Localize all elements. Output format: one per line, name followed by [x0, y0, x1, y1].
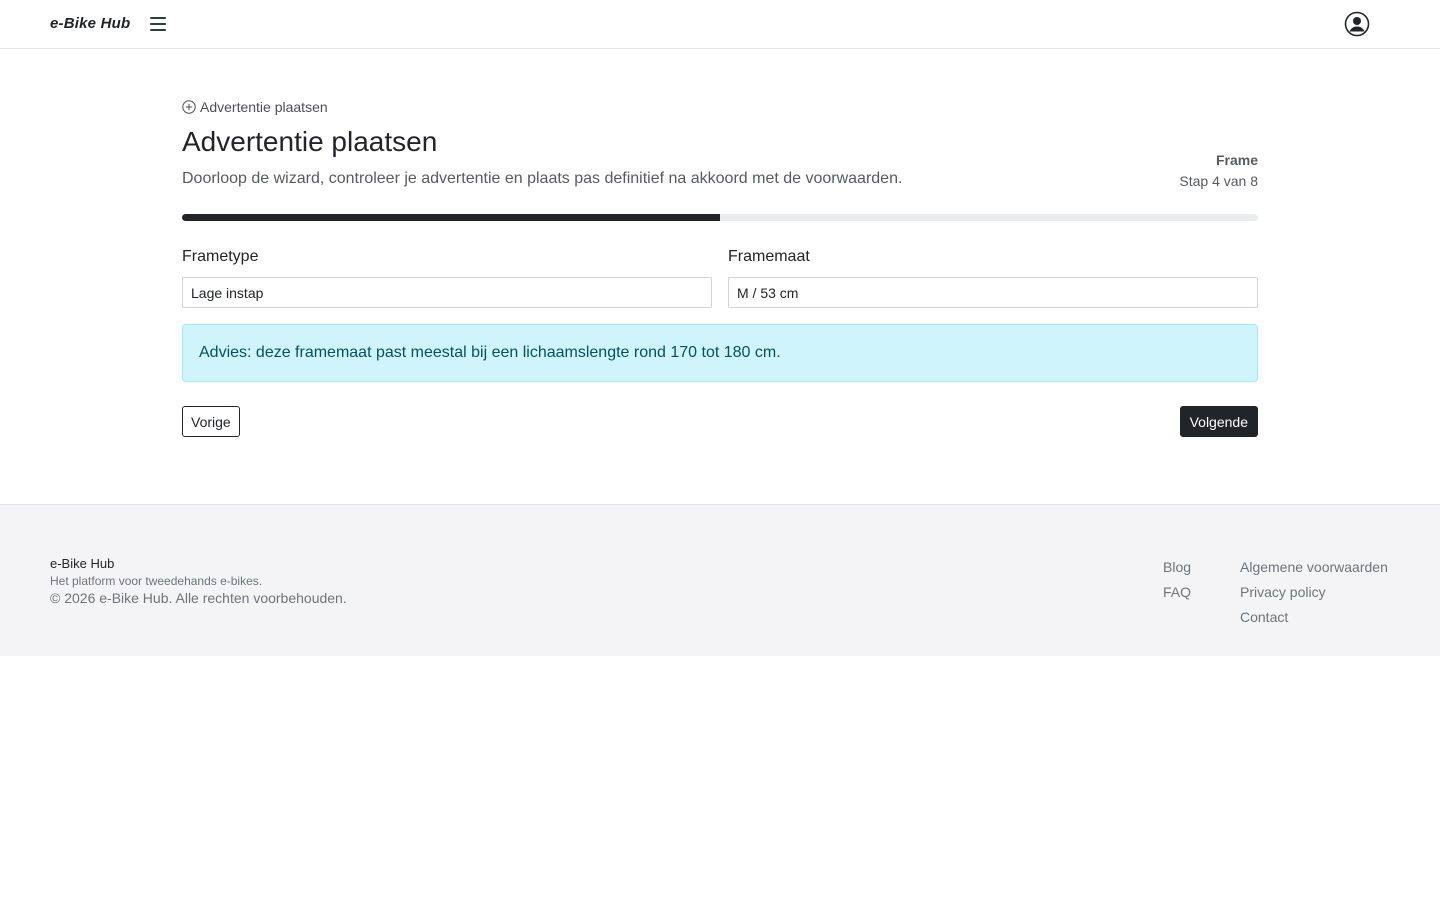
hamburger-menu-icon[interactable] — [148, 14, 168, 34]
footer-brand: e-Bike Hub — [50, 556, 115, 571]
frametype-input[interactable] — [182, 277, 712, 308]
advice-text: Advies: deze framemaat past meestal bij … — [199, 344, 781, 361]
previous-button[interactable]: Vorige — [182, 406, 240, 437]
brand-logo[interactable]: e-Bike Hub — [50, 15, 130, 32]
framemaat-label: Framemaat — [728, 248, 810, 265]
breadcrumb: Advertentie plaatsen — [182, 98, 328, 116]
user-circle-icon[interactable] — [1344, 11, 1370, 37]
footer-link-faq[interactable]: FAQ — [1163, 584, 1191, 600]
site-footer: e-Bike Hub Het platform voor tweedehands… — [0, 504, 1440, 656]
page-description: Doorloop de wizard, controleer je advert… — [182, 170, 903, 187]
footer-copyright: © 2026 e-Bike Hub. Alle rechten voorbeho… — [50, 590, 347, 606]
footer-tagline: Het platform voor tweedehands e-bikes. — [50, 574, 263, 588]
top-navbar: e-Bike Hub — [0, 0, 1440, 49]
next-button[interactable]: Volgende — [1179, 406, 1258, 437]
wizard-progress-bar — [182, 214, 1258, 221]
footer-link-blog[interactable]: Blog — [1163, 559, 1191, 575]
progress-fill — [182, 214, 720, 221]
footer-link-privacy[interactable]: Privacy policy — [1240, 584, 1326, 600]
framemaat-input[interactable] — [728, 277, 1258, 308]
breadcrumb-label: Advertentie plaatsen — [200, 99, 328, 115]
advice-alert: Advies: deze framemaat past meestal bij … — [182, 324, 1258, 382]
page-title: Advertentie plaatsen — [182, 126, 438, 157]
footer-link-contact[interactable]: Contact — [1240, 609, 1288, 625]
menu-bar — [150, 23, 166, 25]
plus-circle-icon — [182, 100, 196, 114]
step-counter: Stap 4 van 8 — [1179, 173, 1258, 189]
step-name: Frame — [1215, 152, 1258, 168]
menu-bar — [150, 29, 166, 31]
menu-bar — [150, 17, 166, 19]
footer-link-terms[interactable]: Algemene voorwaarden — [1240, 559, 1388, 575]
frametype-label: Frametype — [182, 248, 259, 265]
